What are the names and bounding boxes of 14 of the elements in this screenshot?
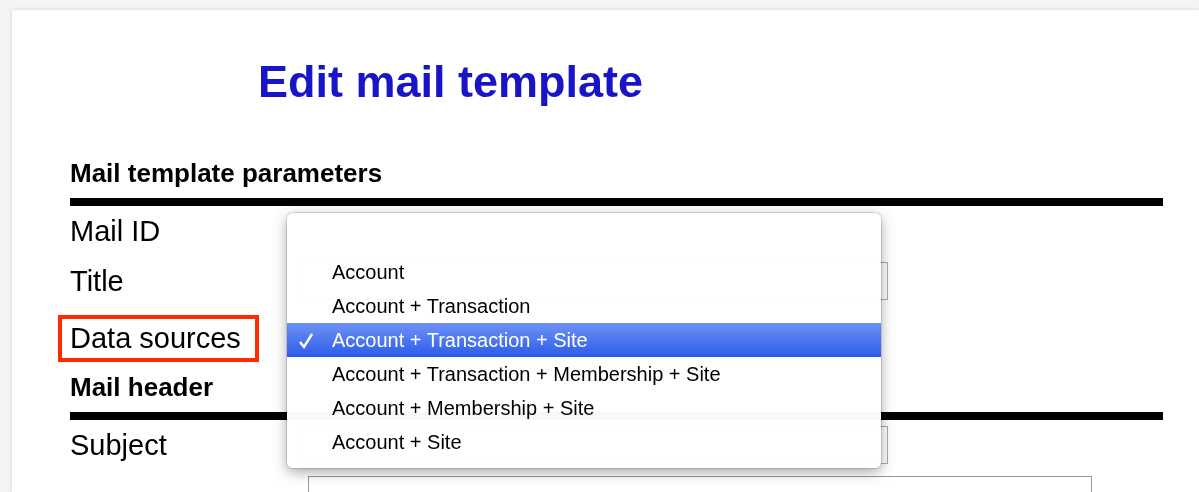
menu-item[interactable]: Account + Membership + Site	[287, 391, 881, 425]
section-title: Mail header	[70, 372, 214, 402]
checkmark-icon	[299, 333, 313, 349]
page-title: Edit mail template	[258, 55, 644, 109]
field-label: Title	[70, 264, 124, 298]
menu-item[interactable]: Account + Transaction	[287, 289, 881, 323]
field-label: Subject	[70, 428, 167, 462]
section-title: Mail template parameters	[70, 158, 383, 188]
menu-item[interactable]: Account + Site	[287, 425, 881, 459]
field-label: Mail ID	[70, 214, 161, 248]
menu-item[interactable]: Account	[287, 255, 881, 289]
menu-item[interactable]: Account + Transaction + Membership + Site	[287, 357, 881, 391]
menu-item[interactable]: Account + Transaction + Site	[287, 323, 881, 357]
text-area[interactable]	[308, 476, 1092, 492]
